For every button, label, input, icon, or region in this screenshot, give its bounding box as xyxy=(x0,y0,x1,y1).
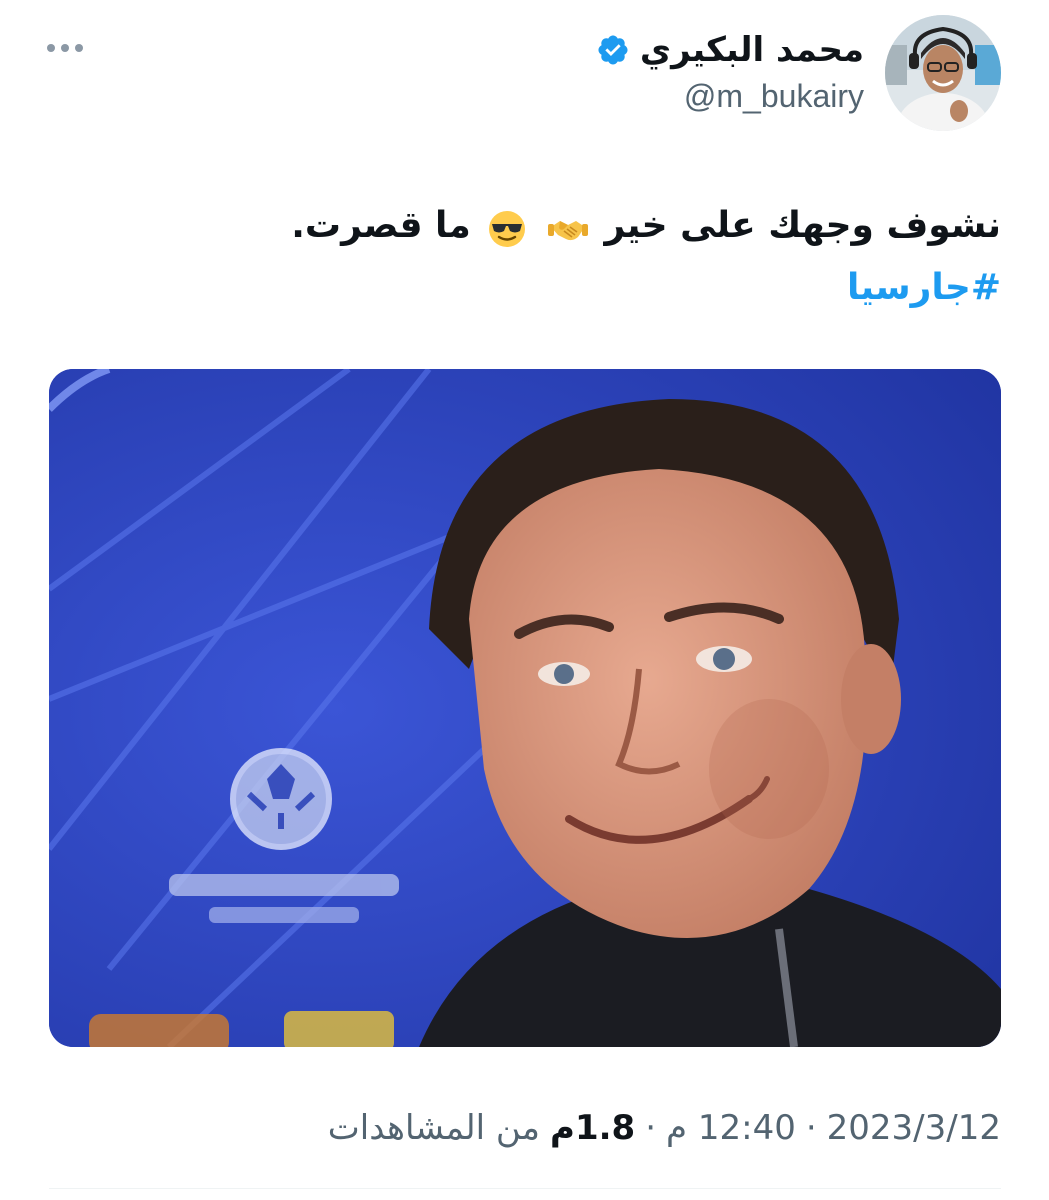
tweet: محمد البكيري @m_bukairy نشوف وجهك على خي… xyxy=(0,0,1049,1200)
display-name[interactable]: محمد البكيري xyxy=(640,30,864,70)
tweet-date[interactable]: 2023/3/12 xyxy=(827,1108,1001,1148)
tweet-meta: 2023/3/12 · 12:40 م · 1.8م من المشاهدات xyxy=(328,1108,1001,1148)
more-dot-icon xyxy=(47,44,55,52)
tweet-time[interactable]: 12:40 م xyxy=(666,1108,796,1148)
views-count[interactable]: 1.8م xyxy=(550,1108,635,1148)
avatar[interactable] xyxy=(885,15,1001,131)
avatar-image xyxy=(885,15,1001,131)
user-handle[interactable]: @m_bukairy xyxy=(596,78,864,115)
hashtag-link[interactable]: #جارسيا xyxy=(51,257,1001,319)
tweet-media-photo[interactable] xyxy=(49,369,1001,1047)
more-dot-icon xyxy=(75,44,83,52)
author-info[interactable]: محمد البكيري @m_bukairy xyxy=(596,26,864,115)
divider xyxy=(49,1188,1001,1189)
tweet-text: نشوف وجهك على خير ما قصرت. #جارسيا xyxy=(51,195,1001,319)
name-row: محمد البكيري xyxy=(596,26,864,74)
views-label: من المشاهدات xyxy=(327,1108,541,1148)
media-image xyxy=(49,369,1001,1047)
meta-separator: · xyxy=(645,1108,656,1148)
verified-badge-icon[interactable] xyxy=(596,33,630,67)
more-options-button[interactable] xyxy=(38,30,92,66)
meta-separator: · xyxy=(805,1108,817,1148)
handshake-icon xyxy=(547,207,588,247)
more-dot-icon xyxy=(61,44,69,52)
tweet-text-part1: نشوف وجهك على خير xyxy=(604,205,1002,246)
sunglasses-face-icon xyxy=(487,207,527,247)
tweet-text-part2: ما قصرت. xyxy=(291,205,471,246)
